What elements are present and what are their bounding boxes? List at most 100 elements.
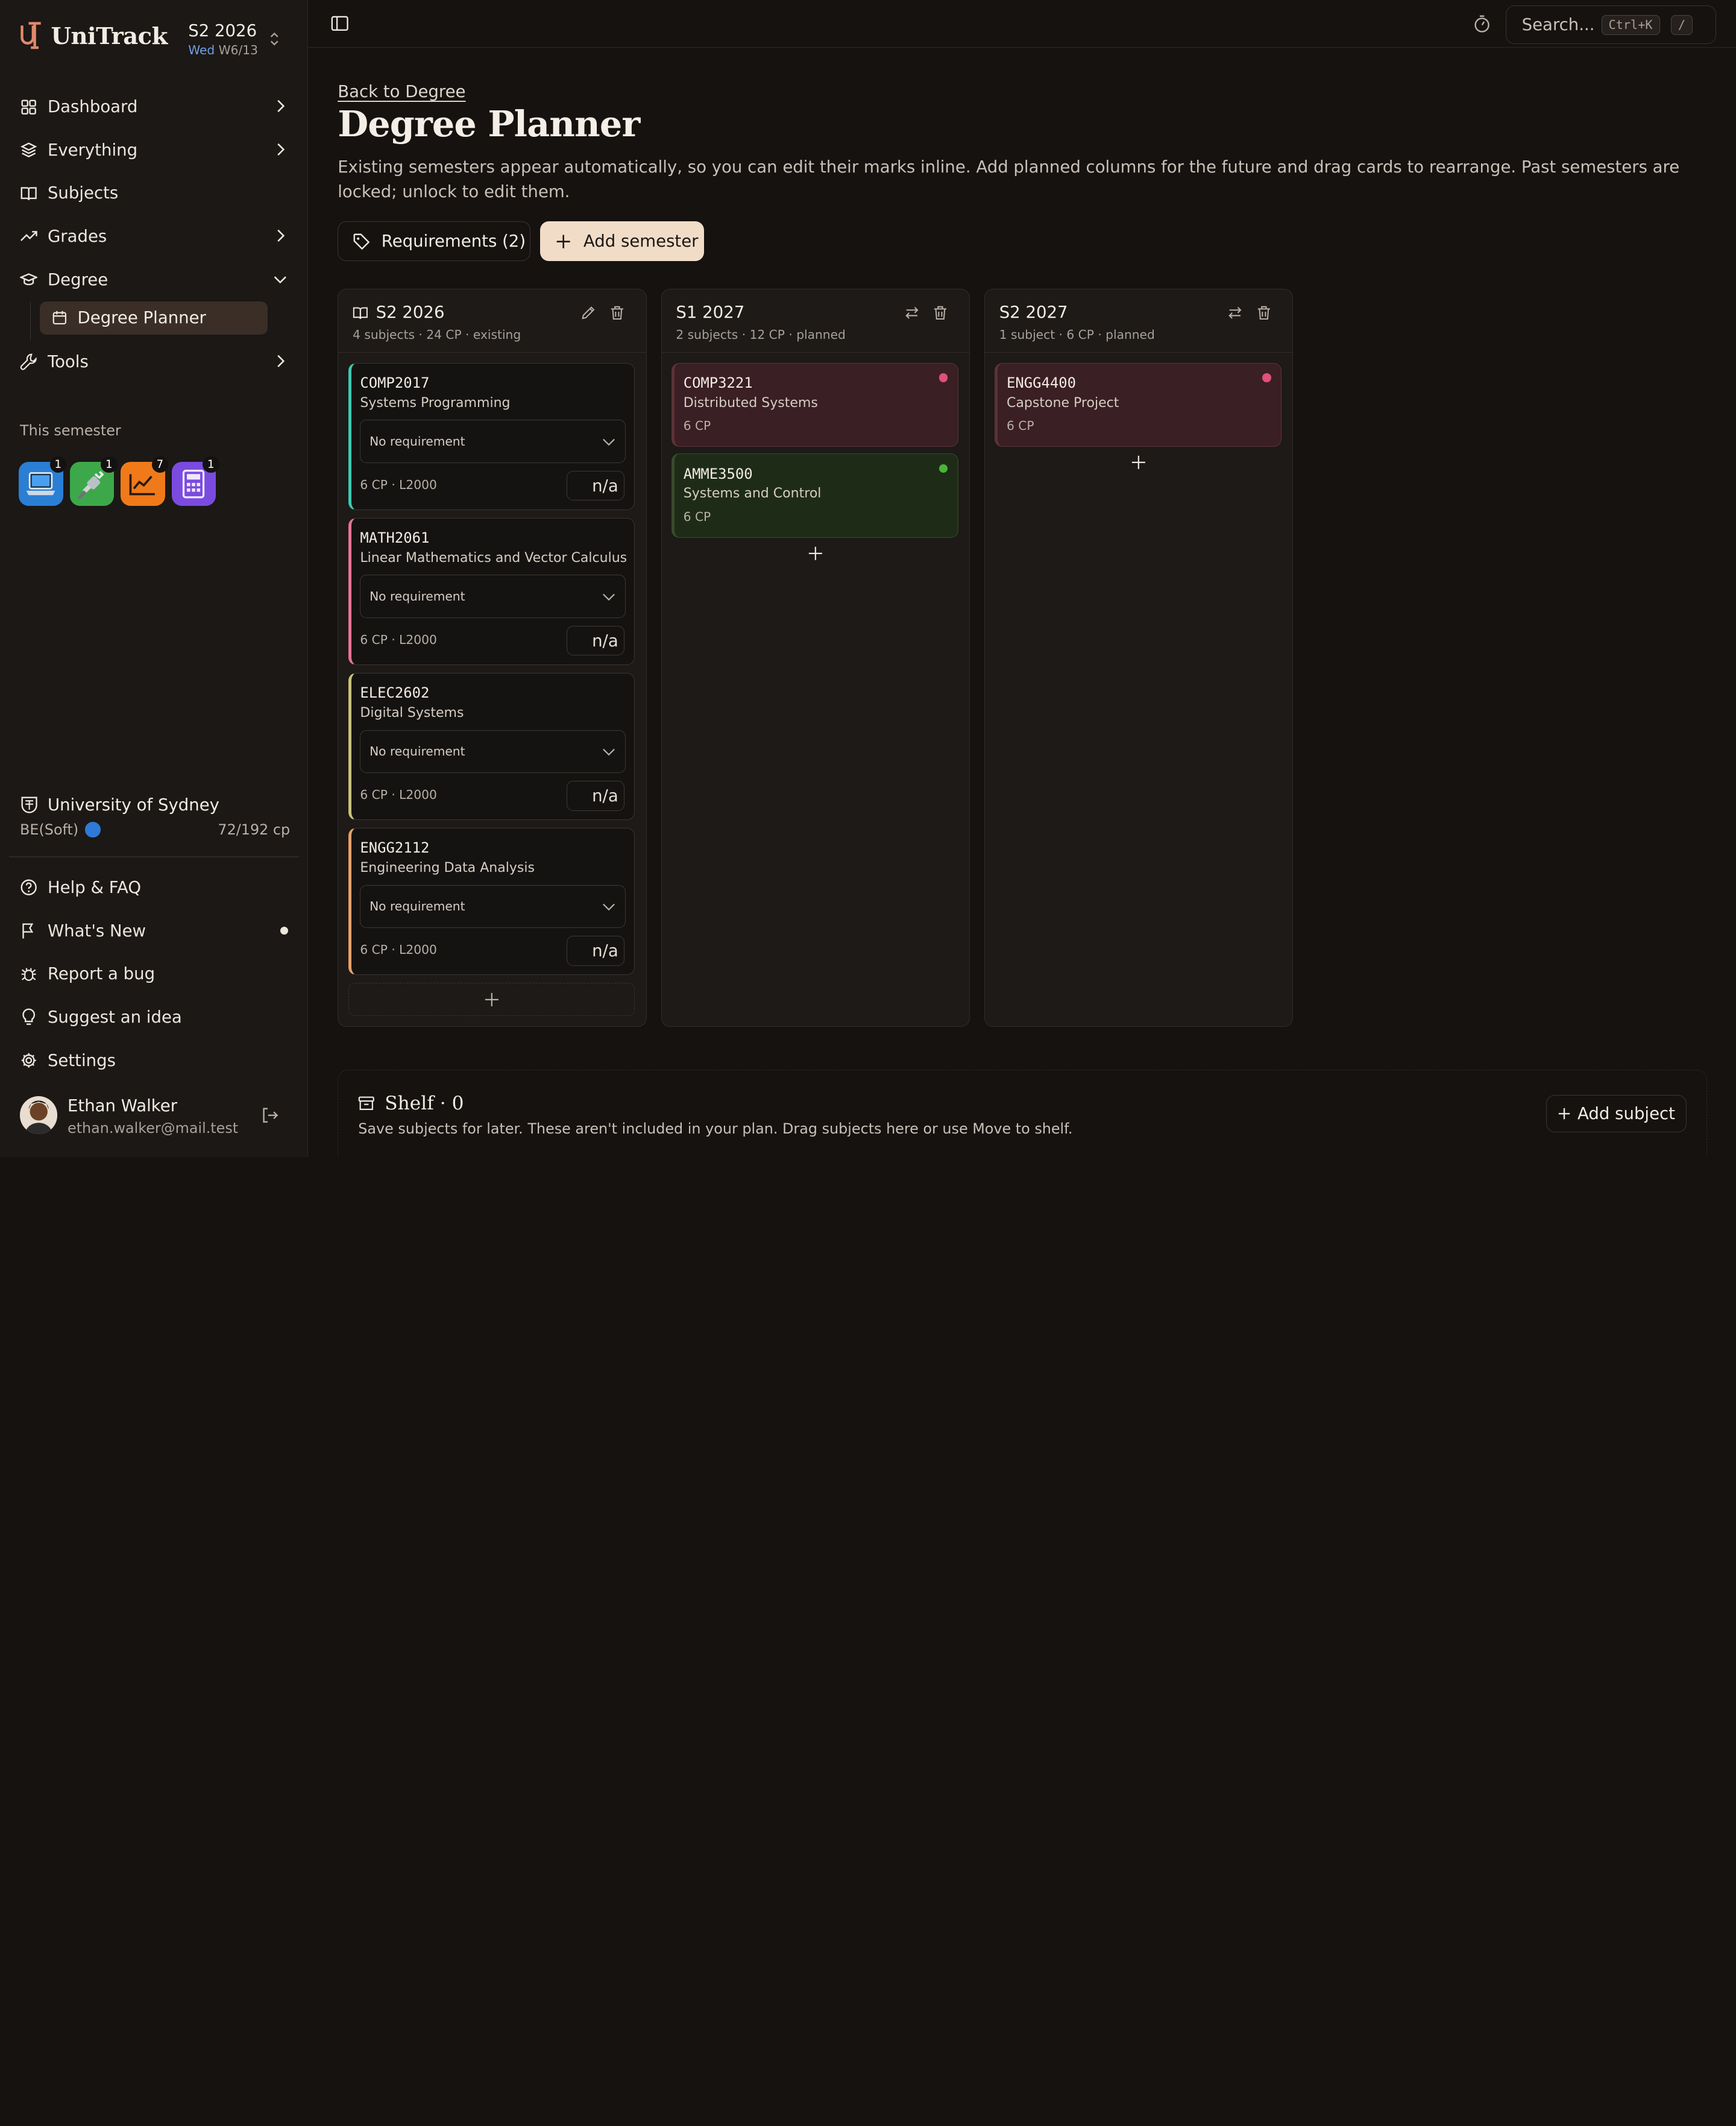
nav-item-suggest-idea[interactable]: Suggest an idea (9, 995, 299, 1039)
status-dot-icon (939, 464, 948, 473)
user-profile[interactable]: Ethan Walker ethan.walker@mail.test (20, 1094, 290, 1138)
app-calculator[interactable]: 1 (171, 456, 219, 506)
mark-input[interactable]: n/a (567, 470, 624, 501)
subject-name: Distributed Systems (683, 395, 818, 411)
subject-card[interactable]: ENGG4400 Capstone Project 6 CP (995, 362, 1282, 447)
shelf-description: Save subjects for later. These aren't in… (358, 1120, 1073, 1137)
column-title-text: S1 2027 (676, 303, 745, 323)
semester-switcher[interactable]: S2 2026 Wed W6/13 (188, 21, 258, 57)
brand[interactable]: UniTrack (19, 21, 168, 52)
trash-icon[interactable] (609, 305, 625, 321)
mark-input[interactable]: n/a (567, 781, 624, 811)
nav-item-dashboard[interactable]: Dashboard (9, 85, 299, 128)
back-to-degree-link[interactable]: Back to Degree (338, 82, 465, 101)
lightbulb-icon (22, 1009, 36, 1026)
sidebar: UniTrack S2 2026 Wed W6/13 Dashboard Eve… (0, 0, 308, 1158)
chevron-right-icon (277, 143, 285, 156)
subject-credit: 6 CP · L2000 (360, 787, 437, 803)
app-badge: 7 (151, 456, 169, 473)
requirement-select[interactable]: No requirement (360, 420, 626, 463)
graduation-cap-icon (20, 273, 38, 286)
nav-item-settings[interactable]: Settings (9, 1039, 299, 1082)
gear-icon (21, 1053, 36, 1068)
avatar (20, 1096, 58, 1134)
subject-card[interactable]: ENGG2112 Engineering Data Analysis No re… (348, 827, 635, 976)
plus-icon (1558, 1108, 1570, 1120)
shelf-title: Shelf · 0 (358, 1093, 464, 1114)
timer-icon[interactable] (1473, 14, 1491, 33)
nav-item-help[interactable]: Help & FAQ (9, 866, 299, 909)
subject-name: Systems and Control (683, 486, 822, 502)
nav-label: Help & FAQ (47, 878, 142, 898)
add-subject-label: Add subject (1577, 1103, 1675, 1123)
nav-item-report-bug[interactable]: Report a bug (9, 953, 299, 996)
sidebar-toggle-icon[interactable] (331, 16, 348, 31)
app-plug[interactable]: 1 (69, 456, 118, 506)
flag-icon (22, 923, 34, 939)
trash-icon[interactable] (932, 305, 948, 321)
subject-credit: 6 CP (1007, 418, 1034, 434)
tag-icon (353, 233, 370, 250)
semester-week: Wed W6/13 (188, 43, 258, 57)
slash-shortcut-key: / (1670, 14, 1693, 35)
app-laptop[interactable]: 1 (19, 456, 67, 506)
calculator-icon (183, 469, 205, 499)
add-semester-button[interactable]: Add semester (540, 221, 705, 262)
nav-label: Grades (47, 227, 107, 247)
swap-icon[interactable] (1227, 305, 1243, 321)
column-header: S2 2027 1 subject · 6 CP · planned (984, 289, 1293, 353)
nav-label: Report a bug (47, 964, 156, 984)
status-dot-icon (1262, 373, 1271, 382)
status-dot-icon (939, 373, 948, 382)
nav-label: Dashboard (47, 97, 138, 117)
plus-icon[interactable] (1131, 455, 1146, 470)
app-chart[interactable]: 7 (121, 456, 169, 506)
swap-icon[interactable] (904, 305, 920, 321)
nav-item-whats-new[interactable]: What's New (9, 909, 299, 953)
nav-label: What's New (47, 921, 146, 941)
nav-label: Degree (47, 270, 108, 289)
page-description: Existing semesters appear automatically,… (338, 157, 1680, 201)
nav-item-tools[interactable]: Tools (9, 340, 299, 383)
nav-item-everything[interactable]: Everything (9, 128, 299, 172)
nav-label: Subjects (47, 183, 119, 203)
subject-name: Engineering Data Analysis (360, 860, 535, 876)
subject-name: Digital Systems (360, 705, 464, 721)
subject-code: AMME3500 (683, 465, 753, 482)
chevron-right-icon (277, 230, 285, 242)
logout-icon[interactable] (261, 1106, 278, 1124)
search-placeholder: Search... (1521, 15, 1595, 35)
subject-code: MATH2061 (360, 529, 430, 547)
laptop-icon (27, 472, 55, 495)
subject-card[interactable]: COMP2017 Systems Programming No requirem… (348, 362, 635, 510)
university-block[interactable]: University of Sydney BE(Soft) 72/192 cp (20, 795, 290, 838)
unitrack-logo-icon (20, 22, 41, 49)
requirements-button[interactable]: Requirements (2) (338, 221, 530, 262)
plus-icon[interactable] (808, 546, 823, 561)
add-subject-slot[interactable] (348, 983, 635, 1017)
edit-pencil-icon[interactable] (580, 305, 596, 321)
subject-credit: 6 CP · L2000 (360, 477, 437, 492)
subject-card[interactable]: COMP3221 Distributed Systems 6 CP (671, 362, 958, 447)
nav-item-grades[interactable]: Grades (9, 215, 299, 258)
requirement-select[interactable]: No requirement (360, 575, 626, 618)
requirement-select[interactable]: No requirement (360, 730, 626, 774)
subject-card[interactable]: AMME3500 Systems and Control 6 CP (671, 453, 958, 538)
nav-item-subjects[interactable]: Subjects (9, 172, 299, 215)
trash-icon[interactable] (1256, 305, 1272, 321)
chevron-down-icon (602, 748, 615, 756)
chevron-up-down-icon[interactable] (269, 30, 280, 48)
layers-icon (20, 142, 37, 158)
mark-input[interactable]: n/a (567, 936, 624, 966)
help-circle-icon (20, 879, 37, 896)
subject-card[interactable]: ELEC2602 Digital Systems No requirement … (348, 672, 635, 821)
search-box[interactable]: Search... Ctrl+K / (1505, 5, 1716, 45)
semester-title: S2 2026 (188, 21, 257, 40)
requirement-select[interactable]: No requirement (360, 885, 626, 929)
nav-item-degree[interactable]: Degree (9, 258, 299, 301)
nav-item-degree-planner[interactable]: Degree Planner (40, 301, 268, 335)
subject-card[interactable]: MATH2061 Linear Mathematics and Vector C… (348, 517, 635, 665)
mark-input[interactable]: n/a (567, 625, 624, 656)
wrench-icon (20, 353, 37, 370)
add-subject-button[interactable]: Add subject (1546, 1094, 1687, 1133)
